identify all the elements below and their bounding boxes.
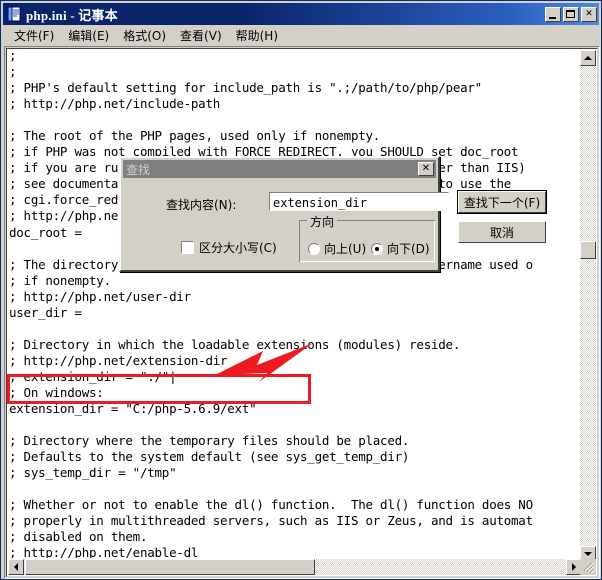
vertical-scrollbar[interactable] [580, 50, 596, 562]
scroll-up-button[interactable] [580, 50, 596, 66]
editor-line: ; http://php.net/include-path [9, 96, 220, 112]
horizontal-scrollbar[interactable] [8, 559, 582, 575]
editor-line: extension_dir = "C:/php-5.6.9/ext" [9, 401, 257, 417]
editor-line: ; Directory in which the loadable extens… [9, 336, 461, 352]
scroll-left-button[interactable] [8, 559, 24, 575]
editor-line: ; Directory where the temporary files sh… [9, 433, 410, 449]
close-icon: ✕ [585, 8, 593, 19]
radio-direction-down[interactable]: 向下(D) [371, 240, 430, 257]
find-what-label: 查找内容(N): [166, 198, 237, 212]
title-bar: php.ini - 记事本 ✕ [3, 3, 599, 25]
minimize-button[interactable] [545, 6, 561, 22]
match-case-checkbox[interactable]: 区分大小写(C) [181, 239, 277, 256]
editor-line: ; PHP's default setting for include_path… [9, 80, 482, 96]
find-dialog-title: 查找 [126, 162, 151, 177]
editor-line: ; On windows: [9, 384, 104, 400]
editor-frame: ;;; PHP's default setting for include_pa… [4, 46, 600, 579]
radio-icon [308, 242, 320, 255]
editor-line: user_dir = [9, 304, 82, 320]
editor-line: ; if nonempty. [9, 272, 111, 288]
editor-line: ; Defaults to the system default (see sy… [9, 449, 410, 465]
radio-direction-up-label: 向上(U) [324, 242, 367, 256]
editor-line: ; properly in multithreaded servers, suc… [9, 513, 533, 529]
editor-line: ; sys_temp_dir = "/tmp" [9, 465, 177, 481]
window-controls: ✕ [545, 6, 597, 22]
notepad-window: php.ini - 记事本 ✕ 文件(F) 编辑(E) 格式(O) 查看(V) … [0, 0, 602, 580]
menu-format[interactable]: 格式(O) [116, 26, 173, 46]
editor-line: ; http://php.net/user-dir [9, 288, 191, 304]
editor-line: ; [9, 48, 17, 63]
find-dialog-close-button[interactable]: ✕ [418, 162, 434, 176]
editor-line: ; [9, 64, 17, 80]
checkbox-icon [181, 241, 194, 254]
menu-file[interactable]: 文件(F) [7, 26, 61, 46]
editor-line: ; extension_dir = "./"| [9, 368, 177, 384]
direction-legend: 方向 [307, 213, 338, 230]
vertical-scroll-thumb[interactable] [580, 241, 596, 259]
window-title: php.ini - 记事本 [26, 7, 118, 23]
editor-line: ; disabled on them. [9, 529, 148, 545]
notepad-icon [6, 6, 22, 22]
editor-inner: ;;; PHP's default setting for include_pa… [6, 48, 598, 577]
text-area[interactable]: ;;; PHP's default setting for include_pa… [7, 48, 581, 558]
match-case-label: 区分大小写(C) [199, 241, 277, 255]
menu-edit[interactable]: 编辑(E) [61, 26, 116, 46]
maximize-button[interactable] [563, 6, 579, 22]
close-button[interactable]: ✕ [581, 6, 597, 22]
find-next-button[interactable]: 查找下一个(F) [458, 191, 546, 213]
horizontal-scroll-thumb[interactable] [25, 559, 315, 575]
cancel-button[interactable]: 取消 [458, 221, 546, 243]
editor-line: ; Whether or not to enable the dl() func… [9, 497, 533, 513]
radio-selected-icon [371, 242, 383, 255]
find-dialog-titlebar: 查找 ✕ [123, 160, 436, 178]
close-icon: ✕ [421, 163, 431, 174]
editor-line: ; http://php.net/enable-dl [9, 545, 199, 558]
find-dialog: 查找 ✕ 查找内容(N): 查找下一个(F) 取消 方向 向上(U) 向下(D) [119, 156, 546, 272]
editor-line: ; The root of the PHP pages, used only i… [9, 128, 381, 144]
menu-bar: 文件(F) 编辑(E) 格式(O) 查看(V) 帮助(H) [3, 26, 599, 46]
menu-view[interactable]: 查看(V) [173, 26, 229, 46]
resize-grip[interactable] [580, 559, 596, 575]
find-what-input[interactable] [269, 192, 449, 211]
radio-direction-down-label: 向下(D) [387, 242, 430, 256]
editor-line: ; http://php.net/extension-dir [9, 352, 228, 368]
radio-direction-up[interactable]: 向上(U) [308, 240, 366, 257]
menu-help[interactable]: 帮助(H) [229, 26, 285, 46]
screenshot-root: php.ini - 记事本 ✕ 文件(F) 编辑(E) 格式(O) 查看(V) … [0, 0, 602, 580]
